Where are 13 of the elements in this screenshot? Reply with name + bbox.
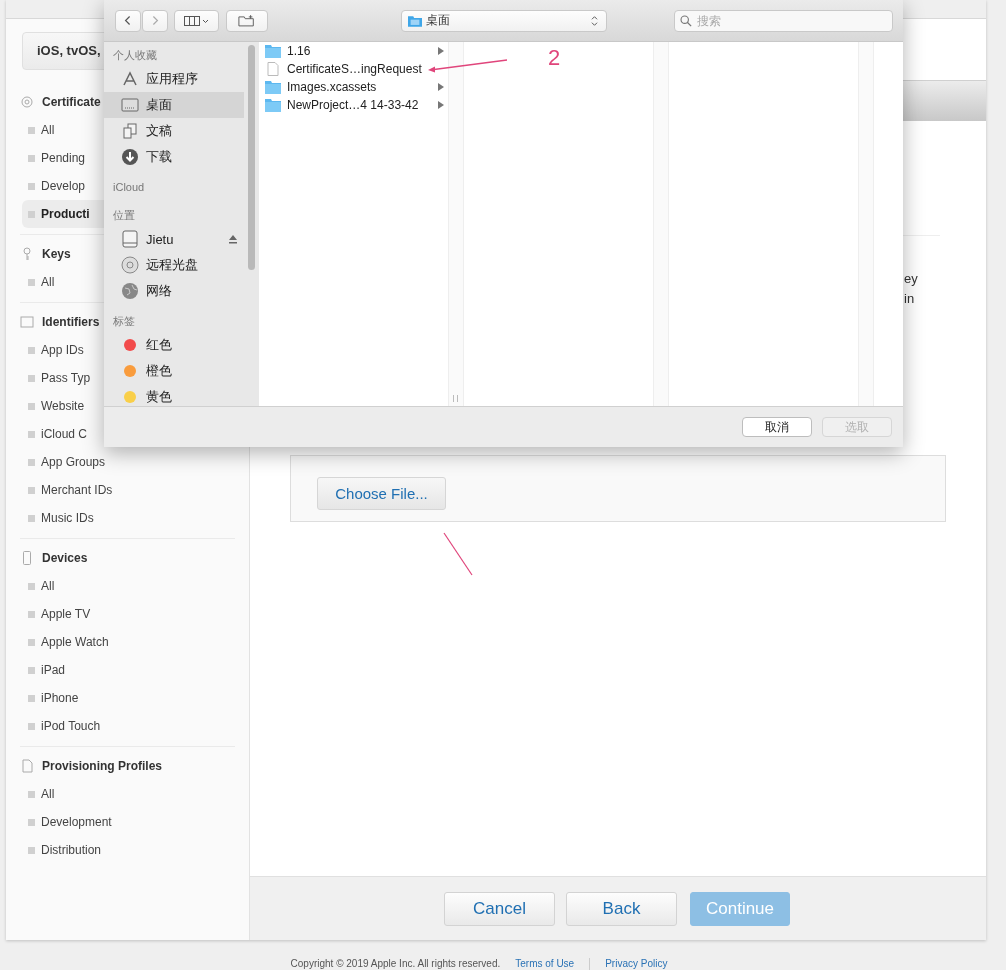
body-text: in bbox=[904, 290, 916, 308]
body-text: ey bbox=[904, 270, 919, 288]
section-heading: Keys bbox=[42, 247, 71, 261]
annotation-number: 2 bbox=[548, 46, 561, 70]
sidebar-heading: 个人收藏 bbox=[112, 48, 158, 63]
section-heading: Devices bbox=[42, 551, 88, 565]
sidebar-heading: 位置 bbox=[112, 208, 136, 223]
sidebar-heading: iCloud bbox=[112, 180, 146, 195]
copyright-text: Copyright © 2019 Apple Inc. All rights reserved. bbox=[290, 958, 501, 970]
section-heading: Provisioning Profiles bbox=[42, 759, 163, 773]
section-heading: Identifiers bbox=[42, 315, 100, 329]
sidebar-heading: 标签 bbox=[112, 314, 136, 329]
section-heading: Certificate bbox=[42, 95, 101, 109]
